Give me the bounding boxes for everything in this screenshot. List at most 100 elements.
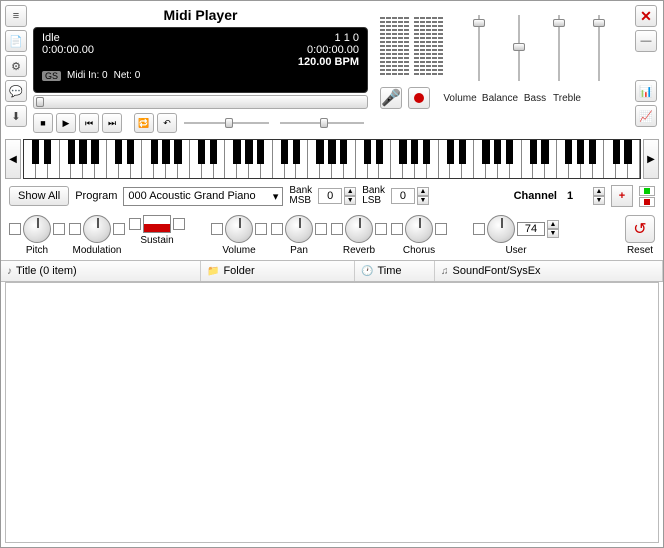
user-value-input[interactable] bbox=[517, 222, 545, 236]
cho-check2[interactable] bbox=[435, 223, 447, 235]
green-indicator[interactable] bbox=[639, 186, 655, 196]
program-dropdown[interactable]: 000 Acoustic Grand Piano▾ bbox=[123, 187, 283, 206]
stats-button[interactable]: 📊 bbox=[635, 80, 657, 102]
settings-button[interactable]: ⚙ bbox=[5, 55, 27, 77]
mic-button[interactable]: 🎤 bbox=[380, 87, 402, 109]
add-channel-button[interactable]: + bbox=[611, 185, 633, 207]
reverb-knob[interactable] bbox=[345, 215, 373, 243]
pan-check2[interactable] bbox=[315, 223, 327, 235]
show-all-button[interactable]: Show All bbox=[9, 186, 69, 206]
note-icon: ♪ bbox=[7, 266, 12, 277]
chorus-knob[interactable] bbox=[405, 215, 433, 243]
next-button[interactable]: ⏭ bbox=[102, 113, 122, 133]
close-button[interactable]: ✕ bbox=[635, 5, 657, 27]
piano-keyboard[interactable] bbox=[23, 139, 641, 179]
channel-value: 1 bbox=[567, 190, 587, 202]
center-panel: Midi Player Idle 1 1 0 0:00:00.00 0:00:0… bbox=[33, 5, 368, 133]
col-time[interactable]: 🕐Time bbox=[355, 261, 435, 281]
record-button[interactable] bbox=[408, 87, 430, 109]
prev-button[interactable]: ⏮ bbox=[79, 113, 99, 133]
pitch-check[interactable] bbox=[9, 223, 21, 235]
chat-button[interactable]: 💬 bbox=[5, 80, 27, 102]
bank-msb-down[interactable]: ▼ bbox=[344, 196, 356, 205]
piano-scroll-left[interactable]: ◀ bbox=[5, 139, 21, 179]
clock-icon: 🕐 bbox=[361, 266, 373, 277]
user-knob[interactable] bbox=[487, 215, 515, 243]
pitch-label: Pitch bbox=[26, 245, 48, 256]
right-toolbar: ✕ — 📊 📈 bbox=[635, 5, 659, 127]
minimize-button[interactable]: — bbox=[635, 30, 657, 52]
mod-check2[interactable] bbox=[113, 223, 125, 235]
pitch-slider[interactable] bbox=[280, 116, 365, 130]
playlist-area[interactable] bbox=[5, 282, 659, 543]
user-up[interactable]: ▲ bbox=[547, 220, 559, 229]
channel-down[interactable]: ▼ bbox=[593, 196, 605, 205]
pan-check[interactable] bbox=[271, 223, 283, 235]
mod-check[interactable] bbox=[69, 223, 81, 235]
cho-check[interactable] bbox=[391, 223, 403, 235]
bank-msb-input[interactable] bbox=[318, 188, 342, 204]
transport-bar: ■ ▶ ⏮ ⏭ 🔁 ↶ bbox=[33, 113, 368, 133]
pitch-check2[interactable] bbox=[53, 223, 65, 235]
volume-knob[interactable] bbox=[225, 215, 253, 243]
sustain-pedal[interactable] bbox=[143, 215, 171, 233]
balance-slider[interactable] bbox=[511, 11, 527, 101]
lcd-time-left: 0:00:00.00 bbox=[42, 44, 94, 56]
sus-check2[interactable] bbox=[173, 218, 185, 230]
down-button[interactable]: ⬇ bbox=[5, 105, 27, 127]
col-folder[interactable]: 📁Folder bbox=[201, 261, 355, 281]
modulation-knob[interactable] bbox=[83, 215, 111, 243]
seek-bar[interactable] bbox=[33, 95, 368, 109]
lcd-time-right: 0:00:00.00 bbox=[307, 44, 359, 56]
col-soundfont[interactable]: ♫SoundFont/SysEx bbox=[435, 261, 663, 281]
sf-icon: ♫ bbox=[441, 266, 449, 277]
pitch-knob[interactable] bbox=[23, 215, 51, 243]
vol-check2[interactable] bbox=[255, 223, 267, 235]
user-check[interactable] bbox=[473, 223, 485, 235]
rev-check2[interactable] bbox=[375, 223, 387, 235]
reset-label: Reset bbox=[627, 245, 653, 256]
pan-knob[interactable] bbox=[285, 215, 313, 243]
red-indicator[interactable] bbox=[639, 197, 655, 207]
channel-up[interactable]: ▲ bbox=[593, 187, 605, 196]
piano-scroll-right[interactable]: ▶ bbox=[643, 139, 659, 179]
stop-button[interactable]: ■ bbox=[33, 113, 53, 133]
bank-lsb-input[interactable] bbox=[391, 188, 415, 204]
treble-slider[interactable] bbox=[591, 11, 607, 101]
app-title: Midi Player bbox=[33, 5, 368, 25]
indicator-buttons bbox=[639, 186, 655, 207]
reverb-label: Reverb bbox=[343, 245, 375, 256]
volume-slider[interactable] bbox=[471, 11, 487, 101]
bank-msb-up[interactable]: ▲ bbox=[344, 187, 356, 196]
undo-button[interactable]: ↶ bbox=[157, 113, 177, 133]
piano-row: ◀ ▶ bbox=[1, 137, 663, 181]
lcd-counters: 1 1 0 bbox=[335, 32, 359, 44]
lcd-bpm: 120.00 BPM bbox=[298, 56, 359, 68]
tempo-slider[interactable] bbox=[184, 116, 269, 130]
sus-check[interactable] bbox=[129, 218, 141, 230]
user-down[interactable]: ▼ bbox=[547, 229, 559, 238]
reset-button[interactable]: ↺ bbox=[625, 215, 655, 243]
vol-check[interactable] bbox=[211, 223, 223, 235]
col-title[interactable]: ♪Title (0 item) bbox=[1, 261, 201, 281]
bank-lsb-down[interactable]: ▼ bbox=[417, 196, 429, 205]
graph-button[interactable]: 📈 bbox=[635, 105, 657, 127]
loop-button[interactable]: 🔁 bbox=[134, 113, 154, 133]
file-button[interactable]: 📄 bbox=[5, 30, 27, 52]
menu-button[interactable]: ≡ bbox=[5, 5, 27, 27]
bank-lsb-up[interactable]: ▲ bbox=[417, 187, 429, 196]
bank-msb-spinner[interactable]: ▲▼ bbox=[318, 187, 356, 205]
folder-icon: 📁 bbox=[207, 266, 219, 277]
user-label: User bbox=[505, 245, 526, 256]
bank-lsb-spinner[interactable]: ▲▼ bbox=[391, 187, 429, 205]
lcd-display: Idle 1 1 0 0:00:00.00 0:00:00.00 120.00 … bbox=[33, 27, 368, 93]
gs-badge: GS bbox=[42, 71, 61, 81]
chorus-label: Chorus bbox=[403, 245, 435, 256]
top-section: ≡ 📄 ⚙ 💬 ⬇ Midi Player Idle 1 1 0 0:00:00… bbox=[1, 1, 663, 137]
pan-label: Pan bbox=[290, 245, 308, 256]
play-button[interactable]: ▶ bbox=[56, 113, 76, 133]
rev-check[interactable] bbox=[331, 223, 343, 235]
mixer-panel: 🎤 Volume Balance Bass Treble bbox=[372, 5, 631, 109]
playlist-header: ♪Title (0 item) 📁Folder 🕐Time ♫SoundFont… bbox=[1, 260, 663, 282]
bass-slider[interactable] bbox=[551, 11, 567, 101]
